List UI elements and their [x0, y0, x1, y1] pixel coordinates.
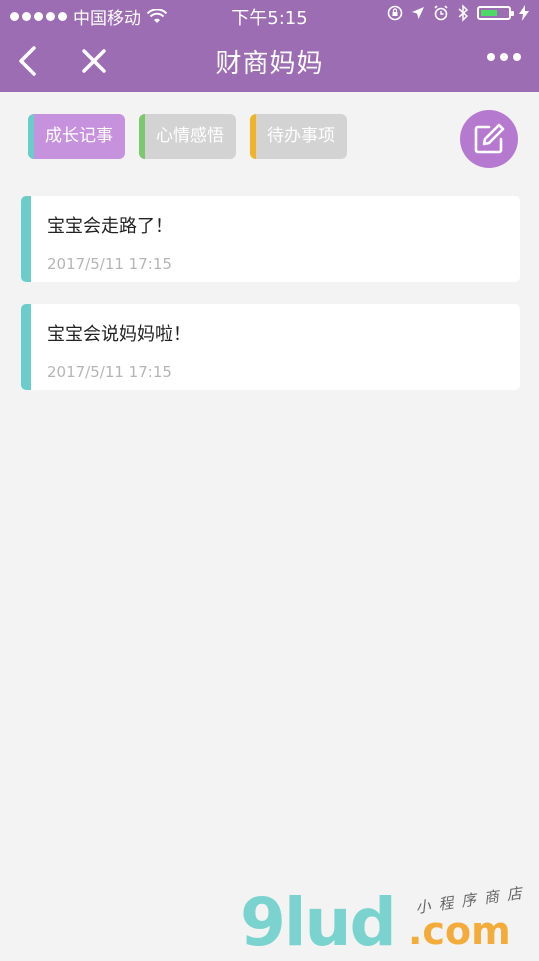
entry-color-bar — [21, 304, 31, 390]
watermark: 9lud .com 小程序商店 — [240, 883, 539, 961]
compose-button[interactable] — [460, 110, 518, 168]
location-icon — [412, 7, 424, 19]
category-tabs: 成长记事 心情感悟 待办事项 — [28, 114, 347, 159]
navigation-bar: 财商妈妈 — [0, 30, 539, 92]
entry-text: 宝宝会走路了！ — [47, 216, 173, 237]
back-button[interactable] — [14, 44, 44, 78]
edit-icon — [474, 123, 505, 154]
status-bar: 中国移动 下午5:15 — [0, 0, 539, 30]
app-header: 中国移动 下午5:15 财商妈妈 — [0, 0, 539, 92]
more-menu-button[interactable] — [487, 53, 521, 61]
tab-color-stripe — [250, 114, 256, 159]
charging-icon — [519, 5, 529, 21]
tab-color-stripe — [139, 114, 145, 159]
more-dot-icon — [487, 53, 495, 61]
close-button[interactable] — [78, 45, 110, 77]
chevron-left-icon — [19, 46, 36, 76]
alarm-icon — [434, 5, 448, 21]
status-right — [387, 4, 529, 22]
entry-date: 2017/5/11 17:15 — [47, 363, 172, 381]
entry-date: 2017/5/11 17:15 — [47, 255, 172, 273]
rotation-lock-icon — [387, 5, 403, 21]
tab-label: 待办事项 — [267, 126, 335, 146]
entry-color-bar — [21, 196, 31, 282]
tab-growth-notes[interactable]: 成长记事 — [28, 114, 125, 159]
watermark-logo: 9lud — [240, 884, 397, 961]
tab-feelings[interactable]: 心情感悟 — [139, 114, 236, 159]
tab-label: 成长记事 — [45, 126, 113, 146]
list-item[interactable]: 宝宝会说妈妈啦！ 2017/5/11 17:15 — [21, 304, 520, 390]
tab-label: 心情感悟 — [156, 126, 224, 146]
tab-todo[interactable]: 待办事项 — [250, 114, 347, 159]
more-dot-icon — [513, 53, 521, 61]
battery-icon — [477, 6, 514, 20]
tab-color-stripe — [28, 114, 34, 159]
more-dot-icon — [500, 53, 508, 61]
bluetooth-icon — [458, 4, 469, 22]
entry-text: 宝宝会说妈妈啦！ — [47, 324, 191, 345]
list-item[interactable]: 宝宝会走路了！ 2017/5/11 17:15 — [21, 196, 520, 282]
close-icon — [82, 49, 106, 73]
